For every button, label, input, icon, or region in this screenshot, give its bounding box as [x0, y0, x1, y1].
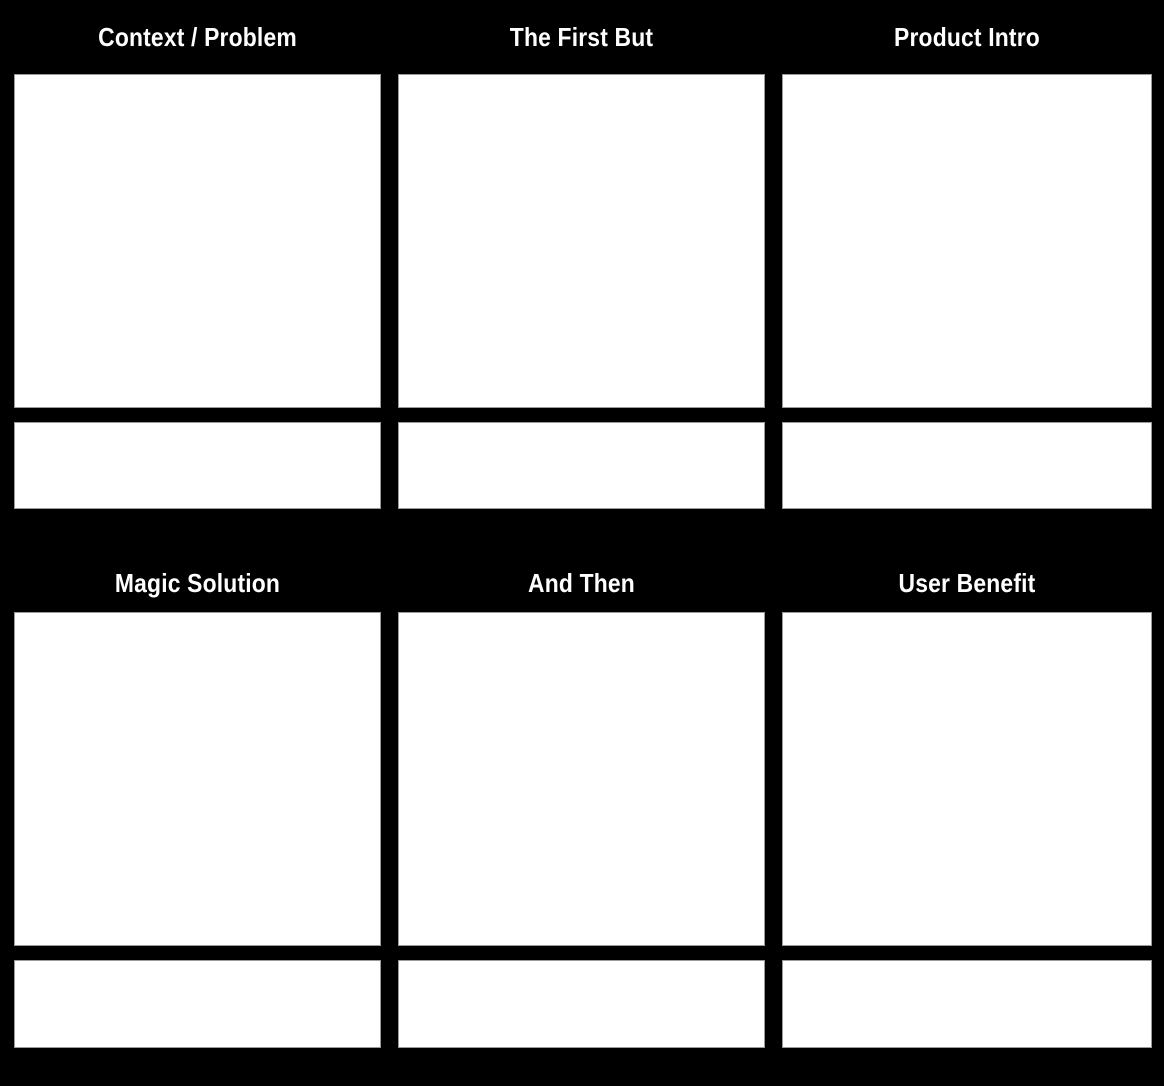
storyboard-panel[interactable]: Product Intro — [782, 0, 1152, 538]
panel-image-cell[interactable] — [14, 612, 381, 946]
panel-image-cell[interactable] — [782, 74, 1152, 408]
panel-title: User Benefit — [898, 568, 1036, 598]
storyboard-panel[interactable]: Context / Problem — [14, 0, 381, 538]
panel-image-cell[interactable] — [398, 74, 765, 408]
panel-title: And Then — [528, 568, 635, 598]
panel-image-cell[interactable] — [398, 612, 765, 946]
storyboard-panel[interactable]: And Then — [398, 538, 765, 1086]
storyboard-canvas: Context / Problem The First But Product … — [0, 0, 1164, 1086]
panel-caption-cell[interactable] — [14, 960, 381, 1048]
panel-image-cell[interactable] — [14, 74, 381, 408]
storyboard-row: Context / Problem The First But Product … — [0, 0, 1164, 538]
panel-caption-cell[interactable] — [14, 422, 381, 509]
panel-title: Context / Problem — [98, 22, 297, 52]
panel-image-cell[interactable] — [782, 612, 1152, 946]
panel-caption-cell[interactable] — [782, 960, 1152, 1048]
panel-title: Product Intro — [894, 22, 1040, 52]
storyboard-panel[interactable]: User Benefit — [782, 538, 1152, 1086]
storyboard-panel[interactable]: Magic Solution — [14, 538, 381, 1086]
panel-caption-cell[interactable] — [782, 422, 1152, 509]
panel-title: Magic Solution — [114, 568, 281, 598]
storyboard-row: Magic Solution And Then User Benefit — [0, 538, 1164, 1086]
panel-caption-cell[interactable] — [398, 422, 765, 509]
panel-title: The First But — [509, 22, 654, 52]
panel-caption-cell[interactable] — [398, 960, 765, 1048]
storyboard-panel[interactable]: The First But — [398, 0, 765, 538]
